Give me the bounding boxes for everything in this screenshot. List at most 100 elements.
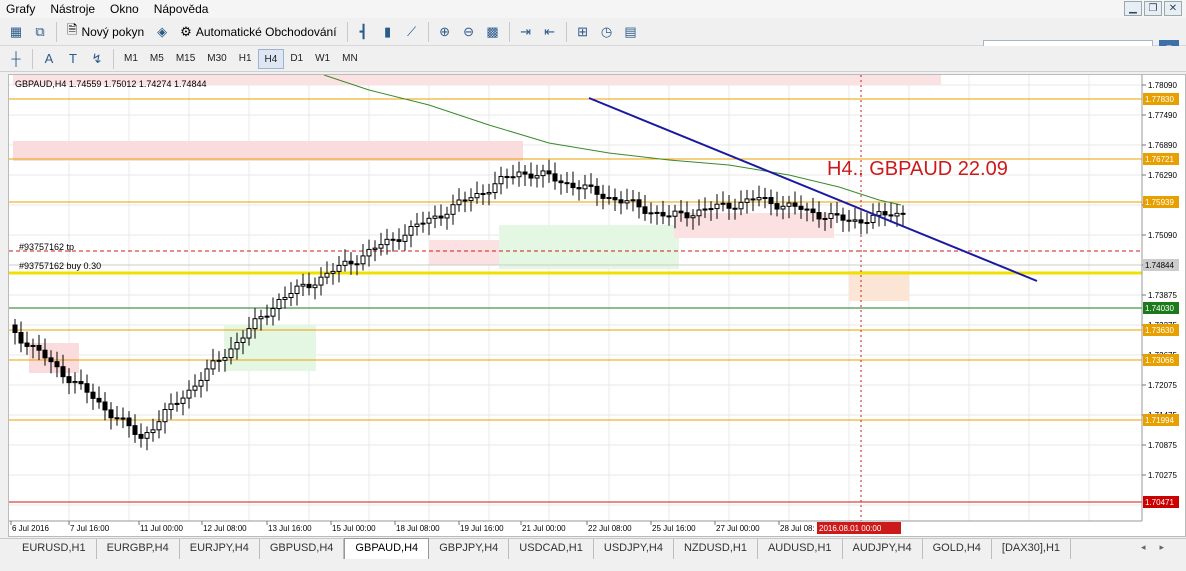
time-tick-label: 22 Jul 08:00 [588, 524, 632, 533]
crosshair-icon[interactable]: ┼ [4, 48, 28, 70]
tab-gbpjpy[interactable]: GBPJPY,H4 [429, 539, 510, 559]
arrows-icon[interactable]: ↯ [85, 48, 109, 70]
candlestick-icon[interactable]: ▮ [376, 21, 400, 43]
tab-nzdusd[interactable]: NZDUSD,H1 [674, 539, 758, 559]
toolbar-separator [346, 21, 348, 42]
timeframe-mn[interactable]: MN [336, 49, 364, 69]
text-icon[interactable]: A [37, 48, 61, 70]
tab-dax30[interactable]: [DAX30],H1 [992, 539, 1072, 559]
zoom-out-icon[interactable]: ⊖ [457, 21, 481, 43]
tab-usdcad[interactable]: USDCAD,H1 [509, 539, 594, 559]
candle-body [204, 368, 210, 381]
tab-gbpaud[interactable]: GBPAUD,H4 [344, 538, 430, 559]
tab-gold[interactable]: GOLD,H4 [923, 539, 992, 559]
time-tick-label: 12 Jul 08:00 [203, 524, 247, 533]
candle-body [480, 193, 486, 196]
tab-usdjpy[interactable]: USDJPY,H4 [594, 539, 674, 559]
zoom-in-icon[interactable]: ⊕ [433, 21, 457, 43]
tab-eurjpy[interactable]: EURJPY,H4 [180, 539, 260, 559]
price-chart[interactable]: GBPAUD,H4 1.74559 1.75012 1.74274 1.7484… [9, 75, 1186, 537]
chart-window[interactable]: GBPAUD,H4 1.74559 1.75012 1.74274 1.7484… [8, 74, 1186, 537]
tab-audjpy[interactable]: AUDJPY,H4 [843, 539, 923, 559]
candle-body [324, 272, 330, 278]
tab-eurgbp[interactable]: EURGBP,H4 [97, 539, 180, 559]
tile-windows-icon[interactable]: ▩ [481, 21, 505, 43]
time-tick-label: 27 Jul 00:00 [716, 524, 760, 533]
candle-body [210, 360, 216, 370]
candle-body [264, 315, 270, 318]
autotrading-button[interactable]: ⚙ Automatické Obchodování [174, 21, 342, 43]
timeframe-m15[interactable]: M15 [170, 49, 201, 69]
text-label-icon[interactable]: T [61, 48, 85, 70]
price-tick-label: 1.70875 [1148, 441, 1177, 450]
menu-napoveda[interactable]: Nápověda [148, 2, 218, 16]
candle-body [354, 263, 360, 266]
candle-body [348, 260, 354, 265]
candle-body [258, 316, 264, 320]
candle-body [174, 402, 180, 405]
tab-scroll-arrows[interactable]: ◂▸ [1141, 542, 1178, 553]
candle-body [150, 429, 156, 434]
candle-body [288, 292, 294, 298]
menu-grafy[interactable]: Grafy [0, 2, 44, 16]
buy-label: #93757162 buy 0.30 [19, 261, 101, 271]
candle-body [840, 214, 846, 221]
candle-body [336, 264, 342, 272]
candle-body [456, 199, 462, 206]
candle-body [822, 217, 828, 220]
price-tick-label: 1.70275 [1148, 471, 1177, 480]
timeframe-w1[interactable]: W1 [309, 49, 336, 69]
restore-icon[interactable]: ❐ [1144, 1, 1162, 16]
candle-body [444, 213, 450, 219]
candle-body [900, 212, 906, 215]
indicators-icon[interactable]: ⊞ [571, 21, 595, 43]
candle-body [720, 202, 726, 205]
time-tick-label: 6 Jul 2016 [12, 524, 49, 533]
timeframe-h4[interactable]: H4 [257, 48, 285, 69]
candle-body [468, 197, 474, 202]
menu-okno[interactable]: Okno [104, 2, 148, 16]
timeframe-d1[interactable]: D1 [284, 49, 309, 69]
bar-chart-icon[interactable]: ┫ [352, 21, 376, 43]
time-tick-label: 25 Jul 16:00 [652, 524, 696, 533]
tab-audusd[interactable]: AUDUSD,H1 [758, 539, 843, 559]
metaeditor-icon[interactable]: ◈ [150, 21, 174, 43]
timeframe-h1[interactable]: H1 [233, 49, 258, 69]
new-chart-icon[interactable]: ▦ [4, 21, 28, 43]
minimize-icon[interactable]: ▁ [1124, 1, 1142, 16]
timeframe-m5[interactable]: M5 [144, 49, 170, 69]
templates-icon[interactable]: ▤ [619, 21, 643, 43]
price-tick-label: 1.72075 [1148, 381, 1177, 390]
candle-body [186, 389, 192, 399]
candle-body [60, 366, 66, 378]
timeframe-m30[interactable]: M30 [201, 49, 232, 69]
candle-body [780, 205, 786, 210]
candle-body [612, 197, 618, 201]
candle-body [114, 417, 120, 420]
status-bar [0, 560, 1186, 571]
tab-eurusd[interactable]: EURUSD,H1 [12, 539, 97, 559]
toolbar-separator [565, 21, 567, 42]
timeframe-m1[interactable]: M1 [118, 49, 144, 69]
candle-body [54, 361, 60, 368]
supply-zone [674, 213, 834, 238]
level-tag-label: 1.70471 [1145, 498, 1174, 507]
tab-gbpusd[interactable]: GBPUSD,H4 [260, 539, 345, 559]
time-tick-label: 11 Jul 00:00 [140, 524, 184, 533]
candle-body [372, 247, 378, 250]
toolbar-separator [56, 21, 57, 42]
profiles-icon[interactable]: ⧉ [28, 21, 52, 43]
candle-body [828, 213, 834, 219]
candle-body [534, 175, 540, 179]
candle-body [672, 210, 678, 217]
close-icon[interactable]: ✕ [1164, 1, 1182, 16]
candle-body [606, 197, 612, 200]
supply-zone [429, 240, 499, 265]
line-chart-icon[interactable]: ⟋ [400, 21, 424, 43]
chart-shift-icon[interactable]: ⇤ [538, 21, 562, 43]
autoscroll-icon[interactable]: ⇥ [514, 21, 538, 43]
menu-nastroje[interactable]: Nástroje [44, 2, 104, 16]
new-order-button[interactable]: 🗎 Nový pokyn [61, 21, 150, 43]
periods-icon[interactable]: ◷ [595, 21, 619, 43]
candle-body [120, 417, 126, 420]
